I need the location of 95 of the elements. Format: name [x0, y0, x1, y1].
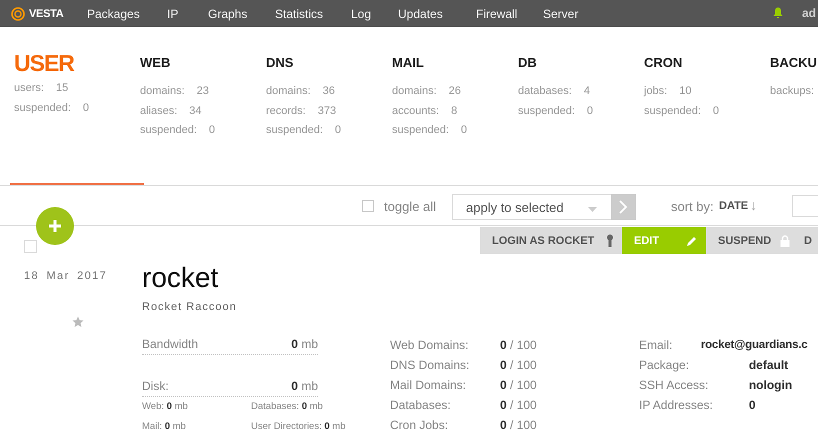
stat-value: 4 — [584, 84, 590, 99]
disk-usage-text: Mail: 0 mb — [142, 420, 187, 434]
bulk-action-dropdown[interactable]: apply to selected — [452, 194, 636, 220]
stat-label: suspended: — [392, 123, 449, 138]
date-text: 18 Mar 2017 — [24, 270, 108, 282]
stat-label: domains: — [392, 84, 437, 99]
action-button[interactable]: SUSPEND — [706, 227, 798, 254]
stat-label: records: — [266, 104, 306, 118]
star-icon[interactable] — [72, 316, 84, 328]
stat-value: 373 — [318, 104, 336, 118]
section-tab[interactable]: CRON — [644, 52, 682, 80]
limit-value: 0 / 100 — [500, 397, 537, 414]
stat-value: 36 — [322, 84, 335, 99]
limit-label: Databases: — [390, 397, 452, 414]
user-name: rocket — [142, 262, 218, 294]
nav-link[interactable]: Updates — [398, 6, 476, 20]
stat-label: suspended: — [266, 123, 323, 138]
info-label: IP Addresses: — [639, 397, 713, 414]
stat-label: domains: — [140, 84, 185, 99]
section-tab[interactable]: BACKU — [770, 52, 817, 80]
stat-label: suspended: — [518, 104, 575, 118]
section-tab[interactable]: DNS — [266, 52, 294, 80]
stat-value: 26 — [448, 84, 461, 99]
nav-link[interactable]: Statistics — [275, 6, 351, 20]
pencil-icon — [686, 234, 698, 246]
usage-label: Disk: — [142, 378, 169, 395]
info-value: 0 — [748, 397, 757, 414]
row-checkbox[interactable] — [24, 240, 37, 253]
stat-value: 0 — [82, 100, 90, 116]
limit-label: Cron Jobs: — [390, 417, 450, 434]
plus-icon — [48, 219, 62, 233]
logo-icon — [11, 6, 25, 20]
limit-value: 0 / 100 — [500, 357, 537, 374]
usage-value: 0 mb — [291, 378, 318, 395]
action-button[interactable]: D — [798, 227, 818, 254]
disk-usage-text: User Directories: 0 mb — [251, 420, 347, 434]
limit-label: Web Domains: — [390, 337, 470, 354]
limit-value: 0 / 100 — [500, 377, 537, 394]
stat-value: 0 — [208, 123, 216, 138]
stat-value: 15 — [56, 81, 68, 96]
stat-value: 0 — [586, 104, 594, 118]
usage-value: 0 mb — [291, 336, 318, 353]
info-label: SSH Access: — [639, 377, 710, 394]
stat-label: domains: — [266, 84, 311, 99]
limit-value: 0 / 100 — [500, 337, 537, 354]
add-button[interactable] — [36, 207, 74, 245]
nav-link[interactable]: Server — [543, 6, 603, 20]
stat-label: suspended: — [140, 123, 197, 138]
stat-label: aliases: — [140, 104, 178, 118]
stat-label: backups: — [770, 84, 814, 99]
info-value: nologin — [748, 377, 794, 394]
stat-value: 8 — [451, 104, 458, 118]
stat-value: 23 — [196, 84, 209, 99]
stat-label: jobs: — [644, 84, 668, 99]
toggle-all-checkbox[interactable] — [362, 200, 374, 212]
stat-label: accounts: — [392, 104, 440, 118]
key-icon — [606, 234, 614, 247]
limit-value: 0 / 100 — [500, 417, 537, 434]
apply-button[interactable] — [611, 194, 636, 220]
chevron-right-icon — [619, 200, 628, 214]
info-value: rocket@guardians.c — [700, 338, 808, 353]
nav-link[interactable]: Firewall — [476, 6, 543, 20]
section-tab[interactable]: MAIL — [392, 52, 424, 80]
user-name[interactable]: ad — [802, 6, 816, 20]
disk-usage-text: Web: 0 mb — [142, 400, 189, 414]
caret-icon — [588, 206, 597, 212]
stat-value: 10 — [679, 84, 692, 99]
sort-label: sort by: — [671, 199, 714, 214]
stat-label: suspended: — [644, 104, 701, 118]
sort-value[interactable]: DATE — [719, 200, 748, 212]
info-label: Package: — [639, 357, 690, 374]
stat-label: databases: — [518, 84, 572, 99]
usage-label: Bandwidth — [142, 336, 198, 353]
nav-link[interactable]: IP — [167, 6, 208, 20]
section-tab[interactable]: WEB — [140, 52, 170, 80]
stat-value: 0 — [712, 104, 720, 118]
limit-label: DNS Domains: — [390, 357, 470, 374]
toggle-all-label[interactable]: toggle all — [384, 199, 436, 214]
stat-value: 0 — [334, 123, 342, 138]
bell-icon[interactable] — [773, 7, 783, 19]
info-value: default — [748, 357, 790, 374]
logo-text: VESTA — [29, 8, 64, 20]
disk-usage-text: Databases: 0 mb — [251, 400, 324, 414]
stat-value: 34 — [189, 104, 202, 118]
stat-label: users: — [14, 81, 44, 96]
lock-icon — [780, 234, 790, 246]
stat-label: suspended: — [14, 100, 71, 116]
limit-label: Mail Domains: — [390, 377, 468, 394]
full-name: Rocket Raccoon — [142, 301, 237, 313]
action-button[interactable]: LOGIN AS ROCKET — [480, 227, 622, 254]
nav-link[interactable]: Packages — [87, 6, 167, 20]
section-tab[interactable]: DB — [518, 52, 537, 80]
stat-value: 0 — [460, 123, 468, 138]
nav-link[interactable]: Graphs — [208, 6, 275, 20]
nav-link[interactable]: Log — [351, 6, 398, 20]
